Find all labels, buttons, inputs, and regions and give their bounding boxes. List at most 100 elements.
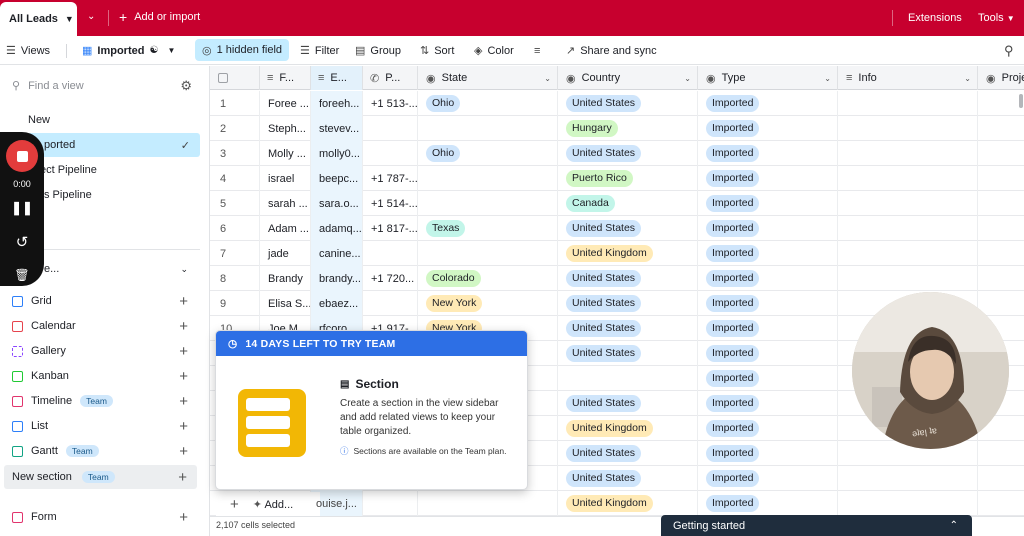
type-cell[interactable]: Imported [698,166,838,191]
first-name-cell[interactable]: Brandy [260,266,311,291]
state-cell[interactable] [418,166,558,191]
extensions-button[interactable]: Extensions [908,12,962,24]
table-row[interactable]: 3 Molly ... molly0... Ohio United States Impo… [210,141,1024,166]
email-cell[interactable]: beepc... [311,166,363,191]
state-cell[interactable] [418,241,558,266]
type-cell[interactable]: Imported [698,91,838,116]
getting-started-panel[interactable]: Getting started ⌃ [661,515,972,536]
row-height-button[interactable]: ≡ [534,41,540,60]
country-cell[interactable]: Canada [558,191,698,216]
country-cell[interactable]: United States [558,341,698,366]
pause-icon[interactable]: ❚❚ [0,200,44,216]
country-cell[interactable]: United States [558,291,698,316]
column-header-type[interactable]: ◉ Type ⌄ [698,66,838,90]
project-cell[interactable] [978,466,1024,491]
country-cell[interactable]: United States [558,441,698,466]
type-cell[interactable]: Imported [698,141,838,166]
column-header-info[interactable]: ≡ Info ⌄ [838,66,978,90]
table-tab-all-leads[interactable]: All Leads ▼ [0,2,77,36]
table-row[interactable]: 2 Steph... stevev... Hungary Imported [210,116,1024,141]
project-cell[interactable] [978,191,1024,216]
phone-cell[interactable]: +1 787-... [363,166,418,191]
add-or-import-button[interactable]: + Add or import [119,10,200,24]
row-number-cell[interactable]: 4 [210,166,260,191]
row-number-cell[interactable]: 9 [210,291,260,316]
find-view-input[interactable]: Find a view [28,80,84,92]
phone-cell[interactable] [363,116,418,141]
phone-cell[interactable] [363,241,418,266]
type-cell[interactable]: Imported [698,366,838,391]
first-name-cell[interactable]: Foree ... [260,91,311,116]
vertical-scrollbar[interactable] [1019,94,1023,108]
project-cell[interactable] [978,266,1024,291]
country-cell[interactable]: Hungary [558,116,698,141]
email-cell[interactable]: stevev... [311,116,363,141]
info-cell[interactable] [838,266,978,291]
info-cell[interactable] [838,141,978,166]
create-grid-view[interactable]: Grid + [4,289,200,313]
add-with-ai-button[interactable]: ✦ Add... [253,498,293,511]
email-cell[interactable]: canine... [311,241,363,266]
country-cell[interactable]: United States [558,391,698,416]
column-header-first-name[interactable]: ≡ F... [260,66,311,90]
state-cell[interactable]: Ohio [418,91,558,116]
email-cell[interactable]: ebaez... [311,291,363,316]
phone-cell[interactable]: +1 514-... [363,191,418,216]
type-cell[interactable]: Imported [698,191,838,216]
column-header-project[interactable]: ◉ Proje [978,66,1024,90]
first-name-cell[interactable]: Adam ... [260,216,311,241]
table-row[interactable]: 4 israel beepc... +1 787-... Puerto Rico Impo… [210,166,1024,191]
stop-recording-button[interactable] [6,140,38,172]
state-cell[interactable]: Texas [418,216,558,241]
hide-fields-button[interactable]: ◎ 1 hidden field [195,39,290,61]
info-cell[interactable] [838,91,978,116]
sort-button[interactable]: ⇅ Sort [420,41,454,60]
project-cell[interactable] [978,491,1024,516]
partial-email-cell[interactable]: ouise.j... [316,498,357,510]
type-cell[interactable]: Imported [698,341,838,366]
share-and-sync-button[interactable]: ↗ Share and sync [566,41,657,60]
type-cell[interactable]: Imported [698,391,838,416]
type-cell[interactable]: Imported [698,241,838,266]
filter-button[interactable]: ☰ Filter [300,41,339,60]
select-all-checkbox-cell[interactable] [210,66,260,90]
color-button[interactable]: ◈ Color [474,41,514,60]
first-name-cell[interactable]: Elisa S... [260,291,311,316]
phone-cell[interactable] [363,141,418,166]
row-number-cell[interactable]: 7 [210,241,260,266]
project-cell[interactable] [978,291,1024,316]
type-cell[interactable]: Imported [698,116,838,141]
type-cell[interactable]: Imported [698,216,838,241]
project-cell[interactable] [978,241,1024,266]
country-cell[interactable]: United States [558,141,698,166]
project-cell[interactable] [978,166,1024,191]
country-cell[interactable]: Puerto Rico [558,166,698,191]
gear-icon[interactable]: ⚙ [180,78,192,94]
row-number-cell[interactable]: 6 [210,216,260,241]
state-cell[interactable] [418,116,558,141]
info-cell[interactable] [838,241,978,266]
column-header-state[interactable]: ◉ State ⌄ [418,66,558,90]
project-cell[interactable] [978,116,1024,141]
info-cell[interactable] [838,216,978,241]
table-row[interactable]: 7 jade canine... United Kingdom Imported [210,241,1024,266]
country-cell[interactable]: United Kingdom [558,491,698,516]
type-cell[interactable]: Imported [698,266,838,291]
select-all-checkbox[interactable] [218,73,228,83]
type-cell[interactable]: Imported [698,441,838,466]
column-header-country[interactable]: ◉ Country ⌄ [558,66,698,90]
info-cell[interactable] [838,491,978,516]
table-row[interactable]: 6 Adam ... adamq... +1 817-... Texas United S… [210,216,1024,241]
tools-button[interactable]: Tools ▼ [978,12,1015,24]
country-cell[interactable]: United States [558,91,698,116]
create-timeline-view[interactable]: Timeline Team + [4,389,200,413]
find-view-search[interactable]: ⚲ Find a view ⚙ [12,78,192,94]
project-cell[interactable] [978,441,1024,466]
country-cell[interactable]: United States [558,466,698,491]
row-number-cell[interactable]: 3 [210,141,260,166]
info-cell[interactable] [838,191,978,216]
state-cell[interactable]: New York [418,291,558,316]
table-row[interactable]: 8 Brandy brandy... +1 720... Colorado United … [210,266,1024,291]
info-cell[interactable] [838,116,978,141]
country-cell[interactable]: United States [558,266,698,291]
